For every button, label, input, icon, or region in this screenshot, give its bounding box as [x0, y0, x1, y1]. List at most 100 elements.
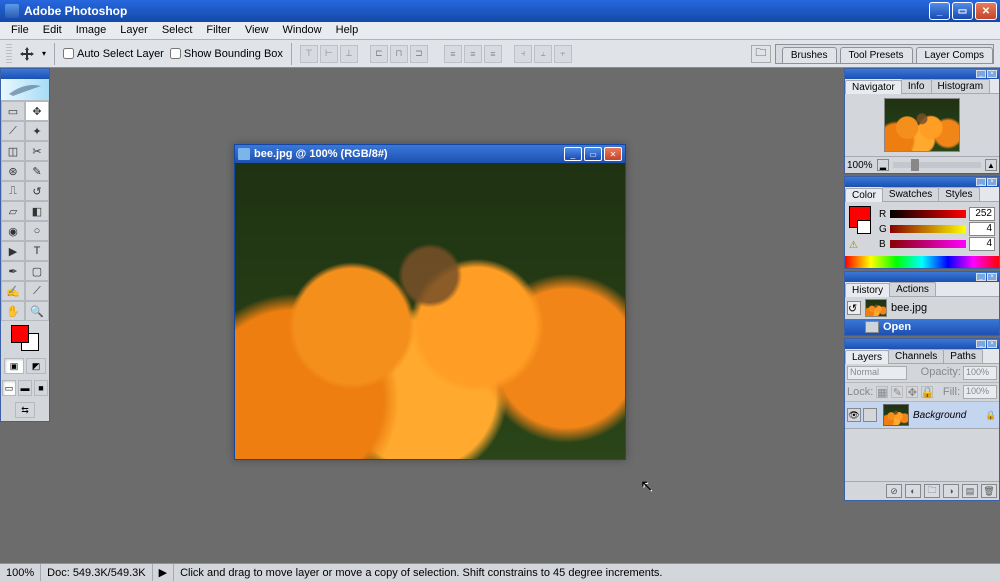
move-tool-icon[interactable]	[18, 45, 36, 63]
opacity-field[interactable]: 100%	[963, 366, 997, 380]
clone-stamp-tool-icon[interactable]: ⎍	[1, 181, 25, 201]
blend-mode-dropdown[interactable]: Normal	[847, 366, 907, 380]
layer-visibility-icon[interactable]: 👁	[847, 408, 861, 422]
navigator-zoom-slider[interactable]	[893, 162, 981, 168]
green-value[interactable]: 4	[969, 222, 995, 236]
history-state-open[interactable]: Open	[845, 319, 999, 335]
new-layer-icon[interactable]: ▤	[962, 484, 978, 498]
tab-history[interactable]: History	[845, 283, 890, 297]
eyedropper-tool-icon[interactable]: ⟋	[25, 281, 49, 301]
window-minimize-button[interactable]: _	[929, 2, 950, 20]
type-tool-icon[interactable]: T	[25, 241, 49, 261]
align-hcenter-icon[interactable]: ⊓	[390, 45, 408, 63]
panel-close-button[interactable]: ×	[987, 273, 997, 281]
blur-tool-icon[interactable]: ◉	[1, 221, 25, 241]
shape-tool-icon[interactable]: ▢	[25, 261, 49, 281]
panel-minimize-button[interactable]: _	[976, 70, 986, 78]
panel-minimize-button[interactable]: _	[976, 273, 986, 281]
layer-row-background[interactable]: 👁 Background 🔒	[845, 402, 999, 429]
tab-navigator[interactable]: Navigator	[845, 80, 902, 94]
panel-minimize-button[interactable]: _	[976, 340, 986, 348]
lock-position-icon[interactable]: ✥	[906, 386, 918, 398]
panel-close-button[interactable]: ×	[987, 178, 997, 186]
zoom-out-icon[interactable]: ▂	[877, 159, 889, 171]
align-right-icon[interactable]: ⊐	[410, 45, 428, 63]
gamut-warning-icon[interactable]: ⚠	[849, 240, 861, 251]
window-maximize-button[interactable]: ▭	[952, 2, 973, 20]
tab-info[interactable]: Info	[901, 79, 932, 93]
align-top-icon[interactable]: ⊤	[300, 45, 318, 63]
menu-help[interactable]: Help	[329, 22, 366, 39]
delete-layer-icon[interactable]: 🗑	[981, 484, 997, 498]
jump-to-imageready-icon[interactable]: ⇆	[15, 402, 35, 418]
distribute-left-icon[interactable]: ⫞	[514, 45, 532, 63]
zoom-tool-icon[interactable]: 🔍	[25, 301, 49, 321]
history-brush-tool-icon[interactable]: ↺	[25, 181, 49, 201]
tab-histogram[interactable]: Histogram	[931, 79, 991, 93]
distribute-bottom-icon[interactable]: ≡	[484, 45, 502, 63]
tab-brushes[interactable]: Brushes	[782, 47, 837, 63]
tab-actions[interactable]: Actions	[889, 282, 936, 296]
document-maximize-button[interactable]: ▭	[584, 147, 602, 161]
marquee-tool-icon[interactable]: ▭	[1, 101, 25, 121]
align-vcenter-icon[interactable]: ⊢	[320, 45, 338, 63]
standard-mode-icon[interactable]: ▣	[4, 358, 24, 374]
lock-transparency-icon[interactable]: ▦	[876, 386, 888, 398]
move-tool-icon[interactable]: ✥	[25, 101, 49, 121]
document-close-button[interactable]: ✕	[604, 147, 622, 161]
layer-style-icon[interactable]: ⊘	[886, 484, 902, 498]
menu-edit[interactable]: Edit	[36, 22, 69, 39]
panel-close-button[interactable]: ×	[987, 340, 997, 348]
status-doc-info[interactable]: Doc: 549.3K/549.3K	[41, 564, 152, 581]
color-panel-swatches[interactable]: ⚠	[849, 206, 875, 252]
document-minimize-button[interactable]: _	[564, 147, 582, 161]
tab-swatches[interactable]: Swatches	[882, 187, 939, 201]
document-canvas[interactable]	[235, 163, 625, 459]
screen-standard-icon[interactable]: ▭	[2, 380, 16, 396]
distribute-top-icon[interactable]: ≡	[444, 45, 462, 63]
show-bounding-box-checkbox[interactable]: Show Bounding Box	[170, 48, 283, 60]
menu-layer[interactable]: Layer	[113, 22, 155, 39]
blue-value[interactable]: 4	[969, 237, 995, 251]
panel-close-button[interactable]: ×	[987, 70, 997, 78]
dropdown-arrow-icon[interactable]: ▾	[42, 49, 46, 58]
new-set-icon[interactable]: 🗀	[924, 484, 940, 498]
menu-file[interactable]: File	[4, 22, 36, 39]
status-zoom[interactable]: 100%	[0, 564, 41, 581]
menu-filter[interactable]: Filter	[199, 22, 237, 39]
color-spectrum[interactable]	[845, 256, 999, 268]
window-close-button[interactable]: ✕	[975, 2, 997, 20]
hand-tool-icon[interactable]: ✋	[1, 301, 25, 321]
align-left-icon[interactable]: ⊏	[370, 45, 388, 63]
distribute-hcenter-icon[interactable]: ⫠	[534, 45, 552, 63]
quickmask-mode-icon[interactable]: ◩	[26, 358, 46, 374]
menu-view[interactable]: View	[238, 22, 276, 39]
history-brush-source-icon[interactable]: ↺	[847, 301, 861, 315]
zoom-in-icon[interactable]: ▲	[985, 159, 997, 171]
notes-tool-icon[interactable]: ✍	[1, 281, 25, 301]
layer-thumbnail[interactable]	[883, 404, 909, 426]
history-snapshot-row[interactable]: ↺ bee.jpg	[845, 297, 999, 319]
palette-well-toggle-icon[interactable]: 🗀	[751, 45, 771, 63]
green-slider[interactable]	[890, 225, 966, 233]
distribute-right-icon[interactable]: ⫟	[554, 45, 572, 63]
screen-full-menubar-icon[interactable]: ▬	[18, 380, 32, 396]
navigator-thumbnail[interactable]	[884, 98, 960, 152]
toolbox-titlebar[interactable]	[1, 69, 49, 79]
path-selection-tool-icon[interactable]: ▶	[1, 241, 25, 261]
red-value[interactable]: 252	[969, 207, 995, 221]
distribute-vcenter-icon[interactable]: ≡	[464, 45, 482, 63]
fill-field[interactable]: 100%	[963, 385, 997, 399]
crop-tool-icon[interactable]: ◫	[1, 141, 25, 161]
gradient-tool-icon[interactable]: ◧	[25, 201, 49, 221]
dodge-tool-icon[interactable]: ○	[25, 221, 49, 241]
layer-link-icon[interactable]	[863, 408, 877, 422]
tab-channels[interactable]: Channels	[888, 349, 944, 363]
lasso-tool-icon[interactable]: ⟋	[1, 121, 25, 141]
layer-mask-icon[interactable]: ◐	[905, 484, 921, 498]
options-grip[interactable]	[6, 44, 12, 64]
adjustment-layer-icon[interactable]: ◑	[943, 484, 959, 498]
pen-tool-icon[interactable]: ✒	[1, 261, 25, 281]
tab-tool-presets[interactable]: Tool Presets	[840, 47, 913, 63]
eraser-tool-icon[interactable]: ▱	[1, 201, 25, 221]
